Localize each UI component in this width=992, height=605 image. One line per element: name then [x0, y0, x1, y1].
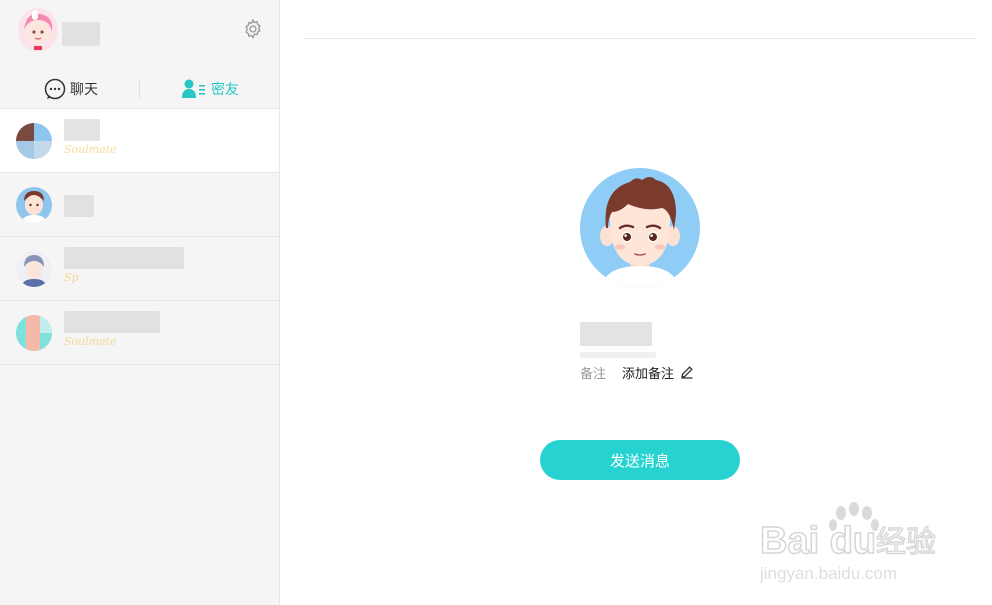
profile-id-blurred	[580, 352, 656, 358]
contact-item[interactable]: Sp	[0, 237, 279, 301]
svg-text:jingyan.baidu.com: jingyan.baidu.com	[759, 564, 897, 583]
send-message-button[interactable]: 发送消息	[540, 440, 740, 480]
header-divider	[304, 38, 976, 39]
tab-divider	[139, 80, 140, 98]
contact-item[interactable]: Soulmate	[0, 301, 279, 365]
settings-gear-icon[interactable]	[242, 18, 264, 40]
pencil-edit-icon[interactable]	[680, 365, 694, 379]
contact-avatar	[16, 123, 52, 159]
contact-subtitle: Soulmate	[64, 335, 117, 348]
contact-item[interactable]: Soulmate	[0, 109, 279, 173]
profile-avatar	[580, 168, 700, 288]
chat-bubble-icon	[44, 78, 66, 100]
contact-avatar	[16, 315, 52, 351]
contact-name-blurred	[64, 119, 100, 141]
svg-text:Bai du: Bai du	[760, 520, 876, 562]
add-remark-link[interactable]: 添加备注	[622, 363, 674, 382]
remark-label: 备注	[580, 366, 607, 382]
remark-row: 备注 添加备注	[580, 362, 694, 382]
contact-avatar	[16, 251, 52, 287]
my-avatar[interactable]	[18, 8, 58, 52]
tab-bar: 聊天 密友	[0, 70, 279, 109]
contact-item[interactable]	[0, 173, 279, 237]
sidebar: 聊天 密友 Soulmate Sp Soulmate	[0, 0, 280, 605]
contact-subtitle: Sp	[64, 271, 79, 284]
contact-avatar	[16, 187, 52, 223]
contact-subtitle: Soulmate	[64, 143, 117, 156]
baidu-jingyan-watermark: Bai du 经验 jingyan.baidu.com	[758, 495, 948, 585]
friends-icon	[182, 79, 205, 98]
profile-name-blurred	[580, 322, 652, 346]
tab-friends[interactable]: 密友	[181, 76, 239, 102]
contact-name-blurred	[64, 247, 184, 269]
contact-name-blurred	[64, 195, 94, 217]
tab-chat[interactable]: 聊天	[44, 76, 98, 102]
svg-text:经验: 经验	[876, 525, 936, 560]
my-name-blurred	[62, 22, 100, 46]
tab-friends-label: 密友	[211, 82, 239, 98]
tab-chat-label: 聊天	[70, 82, 98, 98]
contact-name-blurred	[64, 311, 160, 333]
